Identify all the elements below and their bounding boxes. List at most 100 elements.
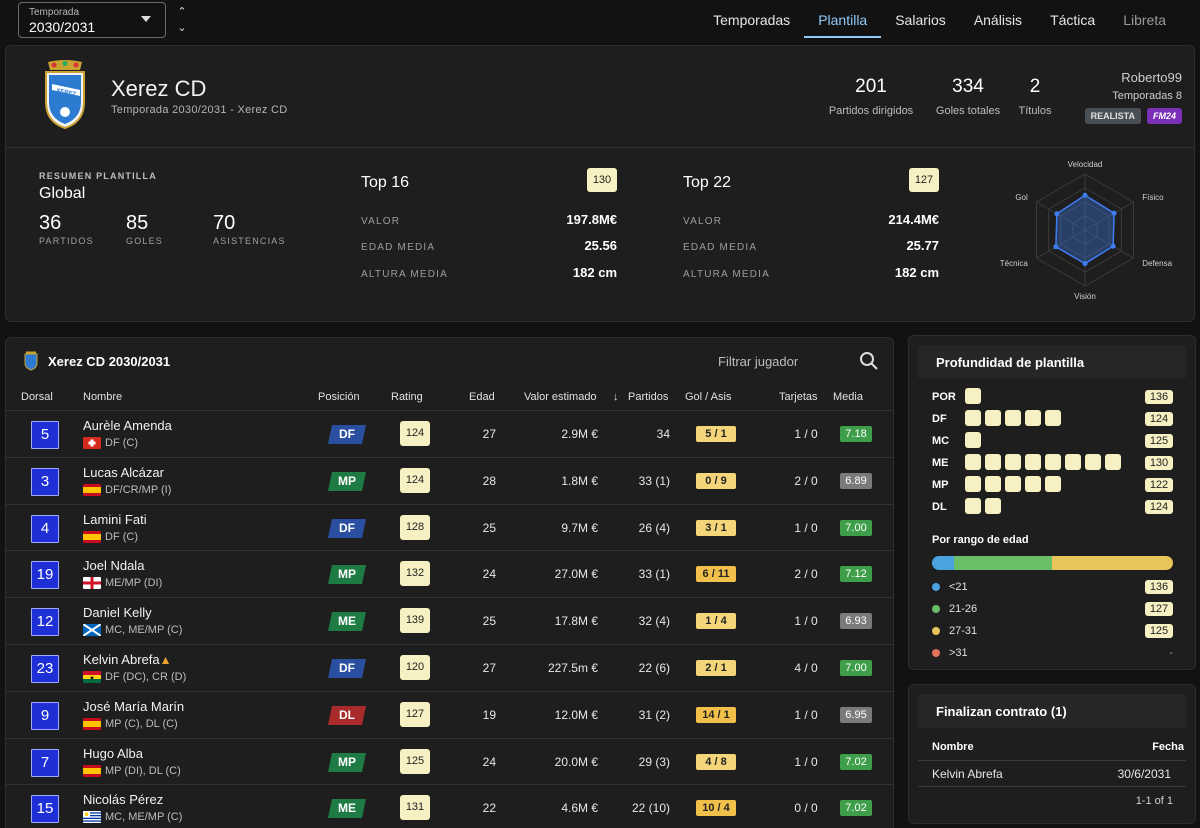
table-row[interactable]: 23 Kelvin Abrefa▲ DF (DC), CR (D) DF 120 27 22… [6,645,893,692]
chevron-up-icon[interactable]: ⌃ [176,4,188,20]
contract-player-name[interactable]: Kelvin Abrefa [932,767,1003,781]
col-gol-asis[interactable]: Gol / Asis [685,391,731,403]
depth-slots [965,454,1121,470]
player-slot[interactable] [965,454,981,470]
player-slot[interactable] [965,476,981,492]
player-name-text: Daniel Kelly [83,605,152,621]
age-cell: 25 [482,614,496,629]
radar-point [1082,261,1088,267]
player-slot[interactable] [965,432,981,448]
col-partidos[interactable]: Partidos [628,391,668,403]
table-row[interactable]: 12 Daniel Kelly MC, ME/MP (C) ME 139 25 17.8M … [6,598,893,645]
player-name[interactable]: Aurèle Amenda [83,418,172,433]
stat-value: 201 [855,76,887,97]
search-icon[interactable] [859,351,879,371]
player-slot[interactable] [1025,476,1041,492]
player-slot[interactable] [985,476,1001,492]
tab-temporadas[interactable]: Temporadas [699,0,804,38]
depth-slots [965,388,981,404]
col-dorsal[interactable]: Dorsal [21,391,53,403]
col-valor[interactable]: Valor estimado [524,391,597,403]
club-crest-logo: XEREZ [45,60,85,130]
filter-player-input[interactable]: Filtrar jugador [718,354,798,369]
col-posicion[interactable]: Posición [318,391,360,403]
col-nombre[interactable]: Nombre [83,391,122,403]
player-slot[interactable] [1005,476,1021,492]
player-slot[interactable] [965,388,981,404]
player-name[interactable]: Lamini Fati [83,512,147,527]
age-cell: 28 [482,473,496,488]
avg-rating-chip: 6.89 [840,472,872,489]
flag-icon [83,670,101,683]
radar-axis-label: Técnica [1000,259,1029,268]
player-slot[interactable] [1065,454,1081,470]
table-row[interactable]: 9 José María Marín MP (C), DL (C) DL 127 19 12… [6,692,893,739]
player-slot[interactable] [985,454,1001,470]
contract-col-date[interactable]: Fecha [1152,741,1184,753]
dorsal-badge: 12 [31,608,59,637]
top22-rating: 127 [909,168,939,192]
rating-chip: 127 [400,701,430,727]
tab-salarios[interactable]: Salarios [881,0,960,38]
season-stepper: ⌃ ⌄ [176,4,188,36]
tab-analisis[interactable]: Análisis [960,0,1036,38]
depth-row: DF 124 [932,410,1173,428]
col-rating[interactable]: Rating [391,391,423,403]
depth-slots [965,476,1061,492]
table-row[interactable]: 5 Aurèle Amenda DF (C) DF 124 27 2.9M € 34 5 / 1… [6,411,893,458]
user-info: Roberto99 Temporadas 8 REALISTA FM24 [1084,70,1182,124]
radar-point [1110,243,1116,249]
player-name[interactable]: Kelvin Abrefa▲ [83,652,172,667]
cards-cell: 1 / 0 [794,427,818,441]
player-name[interactable]: Nicolás Pérez [83,792,163,807]
tab-tactica[interactable]: Táctica [1036,0,1109,38]
player-name[interactable]: Daniel Kelly [83,605,152,620]
player-name-text: Nicolás Pérez [83,792,164,808]
player-slot[interactable] [1045,454,1061,470]
contract-col-name[interactable]: Nombre [932,741,974,753]
player-slot[interactable] [965,410,981,426]
depth-position: DF [932,413,947,425]
table-row[interactable]: 15 Nicolás Pérez MC, ME/MP (C) ME 131 22 4.6M … [6,785,893,828]
player-slot[interactable] [1045,476,1061,492]
player-slot[interactable] [1105,454,1121,470]
player-name[interactable]: Hugo Alba [83,746,143,761]
player-slot[interactable] [985,410,1001,426]
matches-cell: 29 (3) [638,754,670,769]
player-slot[interactable] [1045,410,1061,426]
player-slot[interactable] [1005,410,1021,426]
depth-row: ME 130 [932,454,1173,472]
avg-rating-chip: 7.18 [840,426,872,442]
col-media[interactable]: Media [833,391,863,403]
season-select[interactable]: Temporada 2030/2031 [18,2,166,38]
player-slot[interactable] [1025,454,1041,470]
table-row[interactable]: 7 Hugo Alba MP (DI), DL (C) MP 125 24 20.0M € 2… [6,739,893,786]
table-row[interactable]: 4 Lamini Fati DF (C) DF 128 25 9.7M € 26 (4) 3 /… [6,505,893,552]
top22-altura: 182 cm [894,265,939,280]
depth-position: POR [932,391,956,403]
player-name[interactable]: Joel Ndala [83,558,144,573]
player-slot[interactable] [965,498,981,514]
col-tarjetas[interactable]: Tarjetas [779,391,818,403]
warning-icon: ▲ [159,652,172,667]
table-row[interactable]: 3 Lucas Alcázar DF/CR/MP (I) MP 124 28 1.8M € 3… [6,458,893,505]
summary-label: ASISTENCIAS [213,236,286,246]
badge-realista: REALISTA [1084,108,1141,124]
rating-chip: 131 [400,795,430,821]
radar-axis-label: Velocidad [1068,160,1103,169]
age-range: 27-31 [949,625,978,637]
player-slot[interactable] [1025,410,1041,426]
player-slot[interactable] [1005,454,1021,470]
player-slot[interactable] [985,498,1001,514]
col-edad[interactable]: Edad [469,391,495,403]
chevron-down-icon[interactable]: ⌄ [176,20,188,36]
squad-rows: 5 Aurèle Amenda DF (C) DF 124 27 2.9M €34 5 / 1… [6,410,893,828]
arrow-down-icon[interactable]: ↓ [613,391,619,403]
table-row[interactable]: 19 Joel Ndala ME/MP (DI) MP 132 24 27.0M € 33 (… [6,551,893,599]
player-name[interactable]: Lucas Alcázar [83,465,164,480]
player-name[interactable]: José María Marín [83,699,184,714]
player-slot[interactable] [1085,454,1101,470]
tab-plantilla[interactable]: Plantilla [804,0,882,38]
summary-value: 85 [126,212,149,234]
tab-libreta[interactable]: Libreta [1109,0,1180,38]
